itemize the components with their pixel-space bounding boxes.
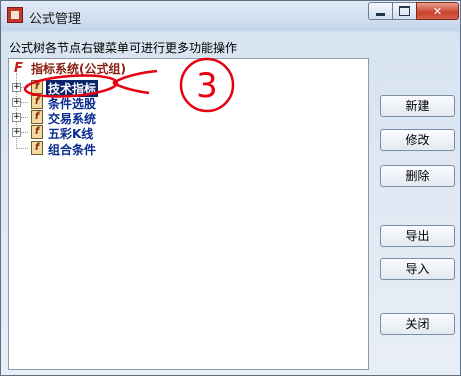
close-window-button[interactable]: ✕: [416, 2, 459, 20]
maximize-icon: [399, 6, 410, 16]
edit-button[interactable]: 修改: [380, 129, 455, 151]
annotation-arrow: [112, 69, 158, 95]
formula-manager-icon: [7, 7, 23, 23]
delete-button[interactable]: 删除: [380, 165, 455, 187]
new-button[interactable]: 新建: [380, 95, 455, 117]
formula-icon: f: [31, 141, 43, 155]
tree-item-label: 组合条件: [48, 143, 97, 157]
window-title: 公式管理: [29, 12, 82, 27]
annotation-overlay: 3: [23, 57, 235, 113]
title-bar[interactable]: 公式管理 ✕: [1, 1, 460, 30]
close-button[interactable]: 关闭: [380, 313, 455, 335]
formula-tree[interactable]: F 指标系统(公式组) + f 技术指标 + f 条件选股 + f 交易系统 +…: [8, 57, 369, 370]
expand-icon[interactable]: +: [12, 128, 21, 137]
annotation-circle: [23, 74, 119, 98]
close-icon: ✕: [432, 4, 443, 18]
export-button[interactable]: 导出: [380, 225, 455, 247]
import-button[interactable]: 导入: [380, 258, 455, 280]
minimize-button[interactable]: [368, 2, 393, 20]
annotation-number: 3: [196, 66, 218, 106]
hint-text: 公式树各节点右键菜单可进行更多功能操作: [9, 41, 238, 55]
formula-manager-window: 公式管理 ✕ 公式树各节点右键菜单可进行更多功能操作 F 指标系统(公式组) +…: [0, 0, 461, 376]
minimize-icon: [376, 13, 385, 16]
tree-item-combined-conditions[interactable]: f 组合条件: [9, 140, 209, 157]
maximize-button[interactable]: [392, 2, 417, 20]
